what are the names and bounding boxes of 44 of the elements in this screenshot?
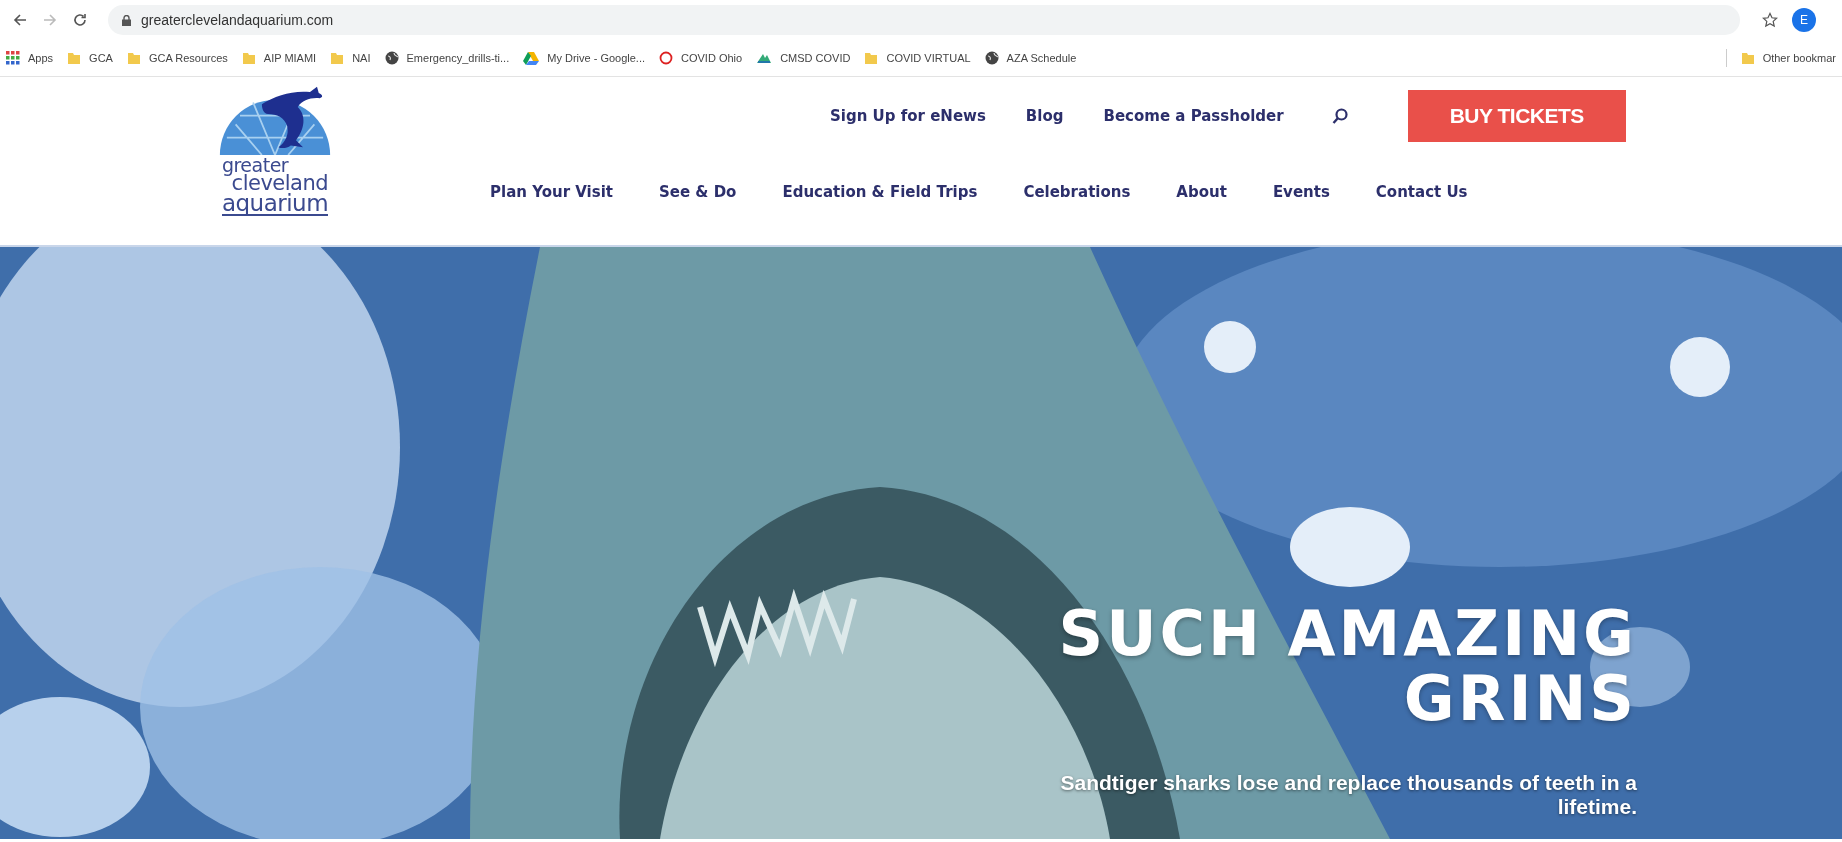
bookmark-label: COVID Ohio [681,52,743,64]
url-text: greaterclevelandaquarium.com [141,12,334,28]
logo[interactable]: greater cleveland aquarium [200,77,350,245]
nav-link[interactable]: Events [1272,183,1330,201]
bookmark-label: AZA Schedule [1006,52,1077,64]
bookmark[interactable]: Apps [6,51,54,65]
nav-link[interactable]: Contact Us [1375,183,1468,201]
bookmark-label: NAI [352,52,371,64]
logo-text: cleveland [231,174,329,193]
bookmark[interactable]: Emergency_drills-ti... [384,51,510,65]
bookmark[interactable]: NAI [330,51,371,65]
nav-link[interactable]: About [1176,183,1227,201]
nav-link[interactable]: See & Do [659,183,737,201]
nav-link[interactable]: Education & Field Trips [782,183,978,201]
profile-avatar[interactable]: E [1792,8,1816,32]
bookmark-label: Apps [28,52,54,64]
bookmark[interactable]: COVID Ohio [659,51,743,65]
bookmark-label: Emergency_drills-ti... [406,52,510,64]
bookmark[interactable]: Other bookmar [1740,51,1836,65]
bookmark-label: AIP MIAMI [263,52,317,64]
nav-link[interactable]: Become a Passholder [1103,107,1284,125]
bookmark[interactable]: GCA Resources [126,51,228,65]
nav-link[interactable]: Plan Your Visit [490,183,613,201]
nav-link[interactable]: Sign Up for eNews [830,107,986,125]
address-bar[interactable]: greaterclevelandaquarium.com [108,5,1740,35]
bookmark-label: GCA Resources [148,52,228,64]
buy-tickets-button[interactable]: BUY TICKETS [1407,90,1626,142]
nav-link[interactable]: Blog [1025,107,1064,125]
bookmark[interactable]: AIP MIAMI [241,51,317,65]
bookmark-label: COVID VIRTUAL [886,52,971,64]
logo-text: greater [221,157,289,175]
bookmark-label: GCA [89,52,113,64]
bookmark[interactable]: CMSD COVID [756,52,851,64]
bookmark-label: Other bookmar [1762,52,1836,64]
bookmark[interactable]: COVID VIRTUAL [864,51,971,65]
nav-link[interactable]: Celebrations [1023,183,1131,201]
logo-text: aquarium [221,193,329,216]
bookmark[interactable]: My Drive - Google... [523,51,646,65]
hero-title: SUCH AMAZING [1057,600,1637,666]
bookmark[interactable]: AZA Schedule [984,51,1077,65]
bookmark-label: CMSD COVID [780,52,851,64]
hero-title: GRINS [1402,665,1637,731]
bookmark[interactable]: GCA [67,51,113,65]
bookmark-label: My Drive - Google... [547,52,646,64]
